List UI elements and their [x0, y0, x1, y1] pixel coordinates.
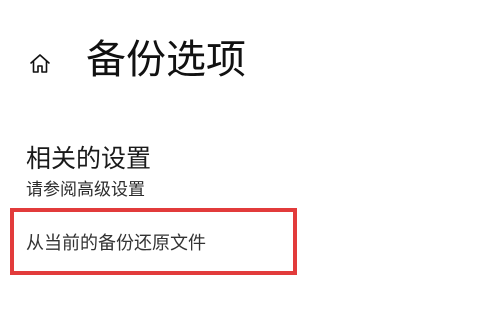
related-settings-heading: 相关的设置 — [26, 144, 152, 173]
home-icon[interactable] — [28, 52, 52, 76]
page-title: 备份选项 — [86, 37, 246, 83]
restore-files-link[interactable]: 从当前的备份还原文件 — [26, 231, 206, 257]
advanced-settings-link[interactable]: 请参阅高级设置 — [26, 178, 145, 202]
